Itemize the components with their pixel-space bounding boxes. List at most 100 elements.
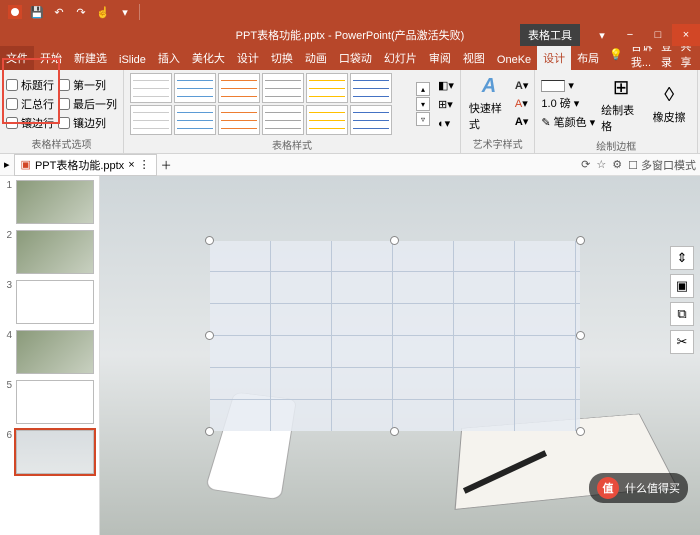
selected-table[interactable] — [210, 241, 580, 431]
style-swatch[interactable] — [174, 73, 216, 103]
slide-thumb[interactable]: 5 — [2, 380, 97, 424]
file-tab[interactable]: 文件 — [0, 46, 34, 70]
style-swatch[interactable] — [306, 73, 348, 103]
text-outline-button[interactable]: A▾ — [515, 97, 528, 110]
group-label: 表格样式 — [130, 135, 454, 154]
group-draw-border: ▾ 1.0 磅 ▾ ✎ 笔颜色 ▾ ⊞绘制表格 ◊橡皮擦 绘制边框 — [535, 70, 698, 153]
tab-table-design[interactable]: 设计 — [537, 46, 571, 70]
pen-style[interactable]: ▾ — [541, 79, 595, 92]
slide-thumbnails: 1 2 3 4 5 6 — [0, 176, 100, 535]
tab-home[interactable]: 开始 — [34, 46, 68, 70]
shading-button[interactable]: ◧▾ — [438, 79, 454, 92]
save-icon[interactable]: 💾 — [29, 4, 45, 20]
style-swatch[interactable] — [350, 105, 392, 135]
app-icon — [7, 4, 23, 20]
close-tab-icon[interactable]: × — [128, 159, 134, 171]
quick-styles-button[interactable]: A 快速样式 — [467, 73, 511, 134]
document-tabs: ▸ ▣ PPT表格功能.pptx × ⋮ ＋ ⟳ ☆ ⚙ ☐ 多窗口模式 — [0, 154, 700, 176]
crop-icon[interactable]: ✂ — [670, 330, 694, 354]
undo-icon[interactable]: ↶ — [51, 4, 67, 20]
style-swatch[interactable] — [218, 105, 260, 135]
pen-color[interactable]: ✎ 笔颜色 ▾ — [541, 114, 595, 130]
tab-view[interactable]: 视图 — [457, 46, 491, 70]
copy-icon[interactable]: ⧉ — [670, 302, 694, 326]
wordart-icon: A — [482, 75, 496, 98]
ribbon-options-icon[interactable]: ▾ — [588, 24, 616, 46]
tool-icon[interactable]: ⚙ — [612, 158, 622, 171]
pen-weight[interactable]: 1.0 磅 ▾ — [541, 95, 595, 111]
tab-list-icon[interactable]: ▸ — [4, 158, 10, 171]
touch-icon[interactable]: ☝ — [95, 4, 111, 20]
group-wordart: A 快速样式 A▾ A▾ A▾ 艺术字样式 — [461, 70, 535, 153]
document-tab[interactable]: ▣ PPT表格功能.pptx × ⋮ — [14, 154, 157, 176]
slide-thumb-selected[interactable]: 6 — [2, 430, 97, 474]
fit-icon[interactable]: ▣ — [670, 274, 694, 298]
tab-pocket[interactable]: 口袋动 — [333, 46, 378, 70]
tab-beautify[interactable]: 美化大 — [186, 46, 231, 70]
style-swatch[interactable] — [262, 73, 304, 103]
draw-table-button[interactable]: ⊞绘制表格 — [599, 73, 643, 136]
chk-last-col[interactable]: 最后一列 — [58, 96, 117, 112]
tab-islide[interactable]: iSlide — [113, 50, 152, 70]
tab-animation[interactable]: 动画 — [299, 46, 333, 70]
style-swatch[interactable] — [262, 105, 304, 135]
qat-more-icon[interactable]: ▾ — [117, 4, 133, 20]
gallery-scroll[interactable]: ▴▾▿ — [416, 82, 430, 126]
title-bar: PPT表格功能.pptx - PowerPoint(产品激活失败) 表格工具 ▾… — [0, 24, 700, 46]
quick-access-toolbar: 💾 ↶ ↷ ☝ ▾ — [0, 0, 700, 24]
group-label: 绘制边框 — [541, 136, 691, 155]
close-button[interactable]: × — [672, 24, 700, 46]
chk-header-row[interactable]: 标题行 — [6, 77, 54, 93]
tab-insert[interactable]: 插入 — [152, 46, 186, 70]
draw-table-icon: ⊞ — [613, 75, 630, 100]
text-fill-button[interactable]: A▾ — [515, 79, 528, 92]
chk-banded-row[interactable]: 镶边行 — [6, 115, 54, 131]
chk-total-row[interactable]: 汇总行 — [6, 96, 54, 112]
tell-me-icon[interactable]: 💡 — [609, 48, 623, 61]
tool-icon[interactable]: ⟳ — [581, 158, 590, 171]
group-label: 表格样式选项 — [6, 134, 117, 153]
redo-icon[interactable]: ↷ — [73, 4, 89, 20]
ribbon: 标题行 汇总行 镶边行 第一列 最后一列 镶边列 表格样式选项 — [0, 70, 700, 154]
group-label: 艺术字样式 — [467, 134, 528, 153]
floating-tools: ⇕ ▣ ⧉ ✂ — [670, 246, 694, 354]
slide-thumb[interactable]: 4 — [2, 330, 97, 374]
tab-onekey[interactable]: OneKe — [491, 50, 537, 70]
maximize-button[interactable]: □ — [644, 24, 672, 46]
group-table-styles: ▴▾▿ ◧▾ ⊞▾ ◐▾ 表格样式 — [124, 70, 461, 153]
style-swatch[interactable] — [130, 105, 172, 135]
multiwindow-toggle[interactable]: ☐ 多窗口模式 — [628, 157, 696, 173]
layout-options-icon[interactable]: ⇕ — [670, 246, 694, 270]
table-styles-gallery[interactable] — [130, 73, 412, 135]
style-swatch[interactable] — [306, 105, 348, 135]
style-swatch[interactable] — [350, 73, 392, 103]
effects-button[interactable]: ◐▾ — [438, 117, 454, 130]
chk-banded-col[interactable]: 镶边列 — [58, 115, 117, 131]
slide-thumb[interactable]: 1 — [2, 180, 97, 224]
ribbon-tabs: 文件 开始 新建选 iSlide 插入 美化大 设计 切换 动画 口袋动 幻灯片… — [0, 46, 700, 70]
style-swatch[interactable] — [130, 73, 172, 103]
tab-new[interactable]: 新建选 — [68, 46, 113, 70]
style-swatch[interactable] — [174, 105, 216, 135]
eraser-button[interactable]: ◊橡皮擦 — [647, 82, 691, 127]
borders-button[interactable]: ⊞▾ — [438, 98, 454, 111]
chk-first-col[interactable]: 第一列 — [58, 77, 117, 93]
tab-review[interactable]: 审阅 — [423, 46, 457, 70]
slide-thumb[interactable]: 3 — [2, 280, 97, 324]
tab-slideshow[interactable]: 幻灯片 — [378, 46, 423, 70]
slide-thumb[interactable]: 2 — [2, 230, 97, 274]
tab-design[interactable]: 设计 — [231, 46, 265, 70]
contextual-tab-label: 表格工具 — [520, 24, 580, 46]
tab-layout[interactable]: 布局 — [571, 46, 605, 70]
new-tab-button[interactable]: ＋ — [161, 157, 172, 173]
watermark: 值 什么值得买 — [589, 473, 688, 503]
tool-icon[interactable]: ☆ — [596, 158, 606, 171]
ppt-icon: ▣ — [21, 158, 31, 171]
minimize-button[interactable]: − — [616, 24, 644, 46]
group-table-options: 标题行 汇总行 镶边行 第一列 最后一列 镶边列 表格样式选项 — [0, 70, 124, 153]
style-swatch[interactable] — [218, 73, 260, 103]
eraser-icon: ◊ — [664, 84, 674, 107]
tab-transition[interactable]: 切换 — [265, 46, 299, 70]
text-effects-button[interactable]: A▾ — [515, 115, 528, 128]
watermark-badge: 值 — [597, 477, 619, 499]
